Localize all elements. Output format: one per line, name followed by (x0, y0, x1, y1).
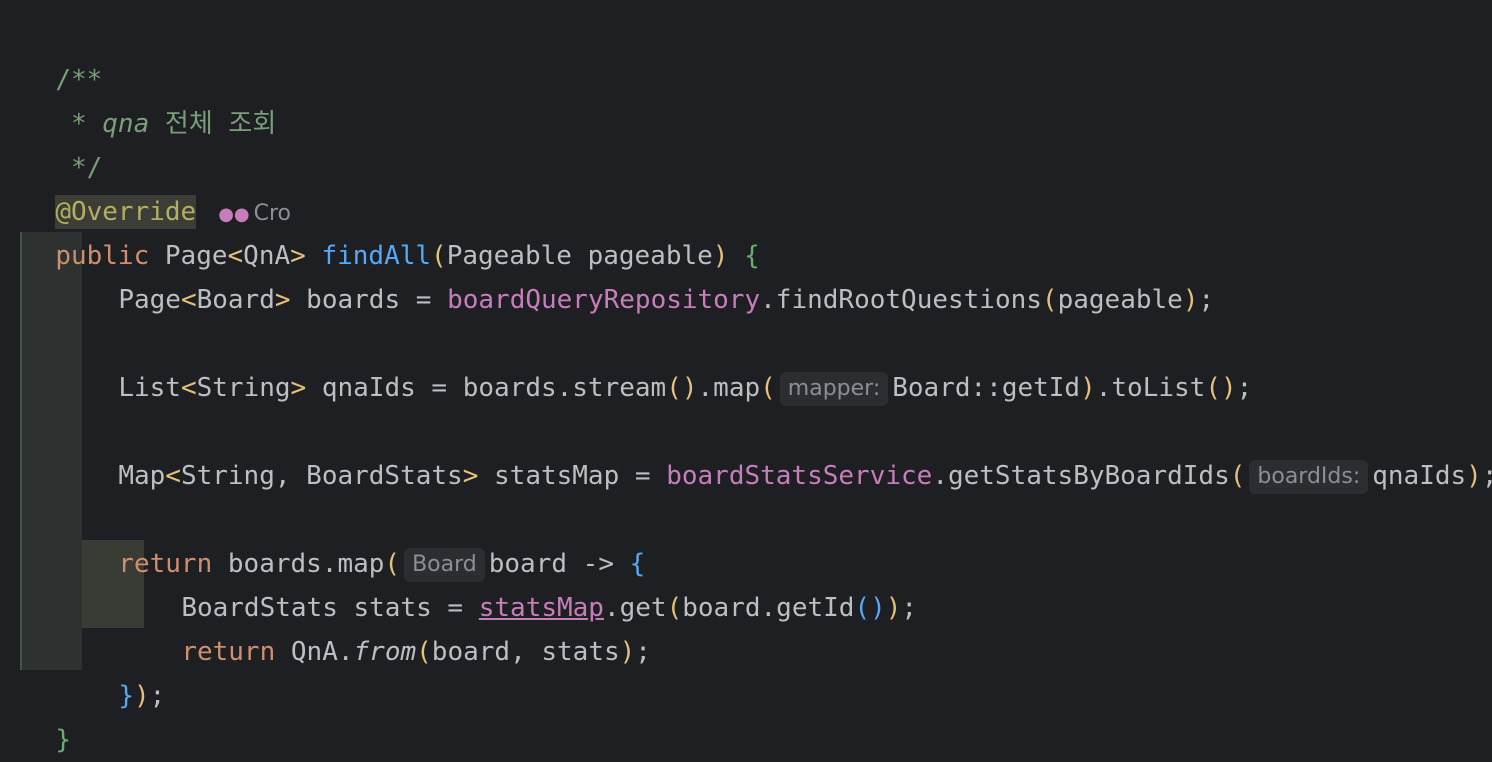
field-board-stats-service[interactable]: boardStatsService (666, 461, 932, 491)
code-line-qnaids: List<String> qnaIds = boards.stream().ma… (87, 322, 1252, 406)
code-line-close-method: } (55, 725, 71, 755)
code-line-close-lambda: }); (118, 681, 166, 711)
code-line-boards: Page<Board> boards = boardQueryRepositor… (118, 285, 1215, 315)
code-line-stats: BoardStats stats = statsMap.get(board.ge… (181, 593, 918, 623)
indent-guide-level-1 (22, 232, 82, 670)
comment-open: /** (55, 65, 103, 95)
code-line-return-from: return QnA.from(board, stats); (181, 637, 651, 667)
code-line-return-map: return boards.map(Board board -> { (87, 498, 645, 582)
method-signature: public Page<QnA> findAll(Pageable pageab… (55, 241, 760, 271)
param-hint-boardids: boardIds: (1249, 459, 1369, 494)
comment-close: */ (55, 153, 103, 183)
field-board-query-repository[interactable]: boardQueryRepository (447, 285, 760, 315)
annotation-line: @Override ●● Cro (24, 146, 291, 229)
comment-body: * qna 전체 조회 (55, 109, 277, 139)
change-marker (20, 232, 22, 670)
param-hint-mapper: mapper: (779, 371, 889, 406)
code-line-statsmap: Map<String, BoardStats> statsMap = board… (87, 410, 1492, 494)
